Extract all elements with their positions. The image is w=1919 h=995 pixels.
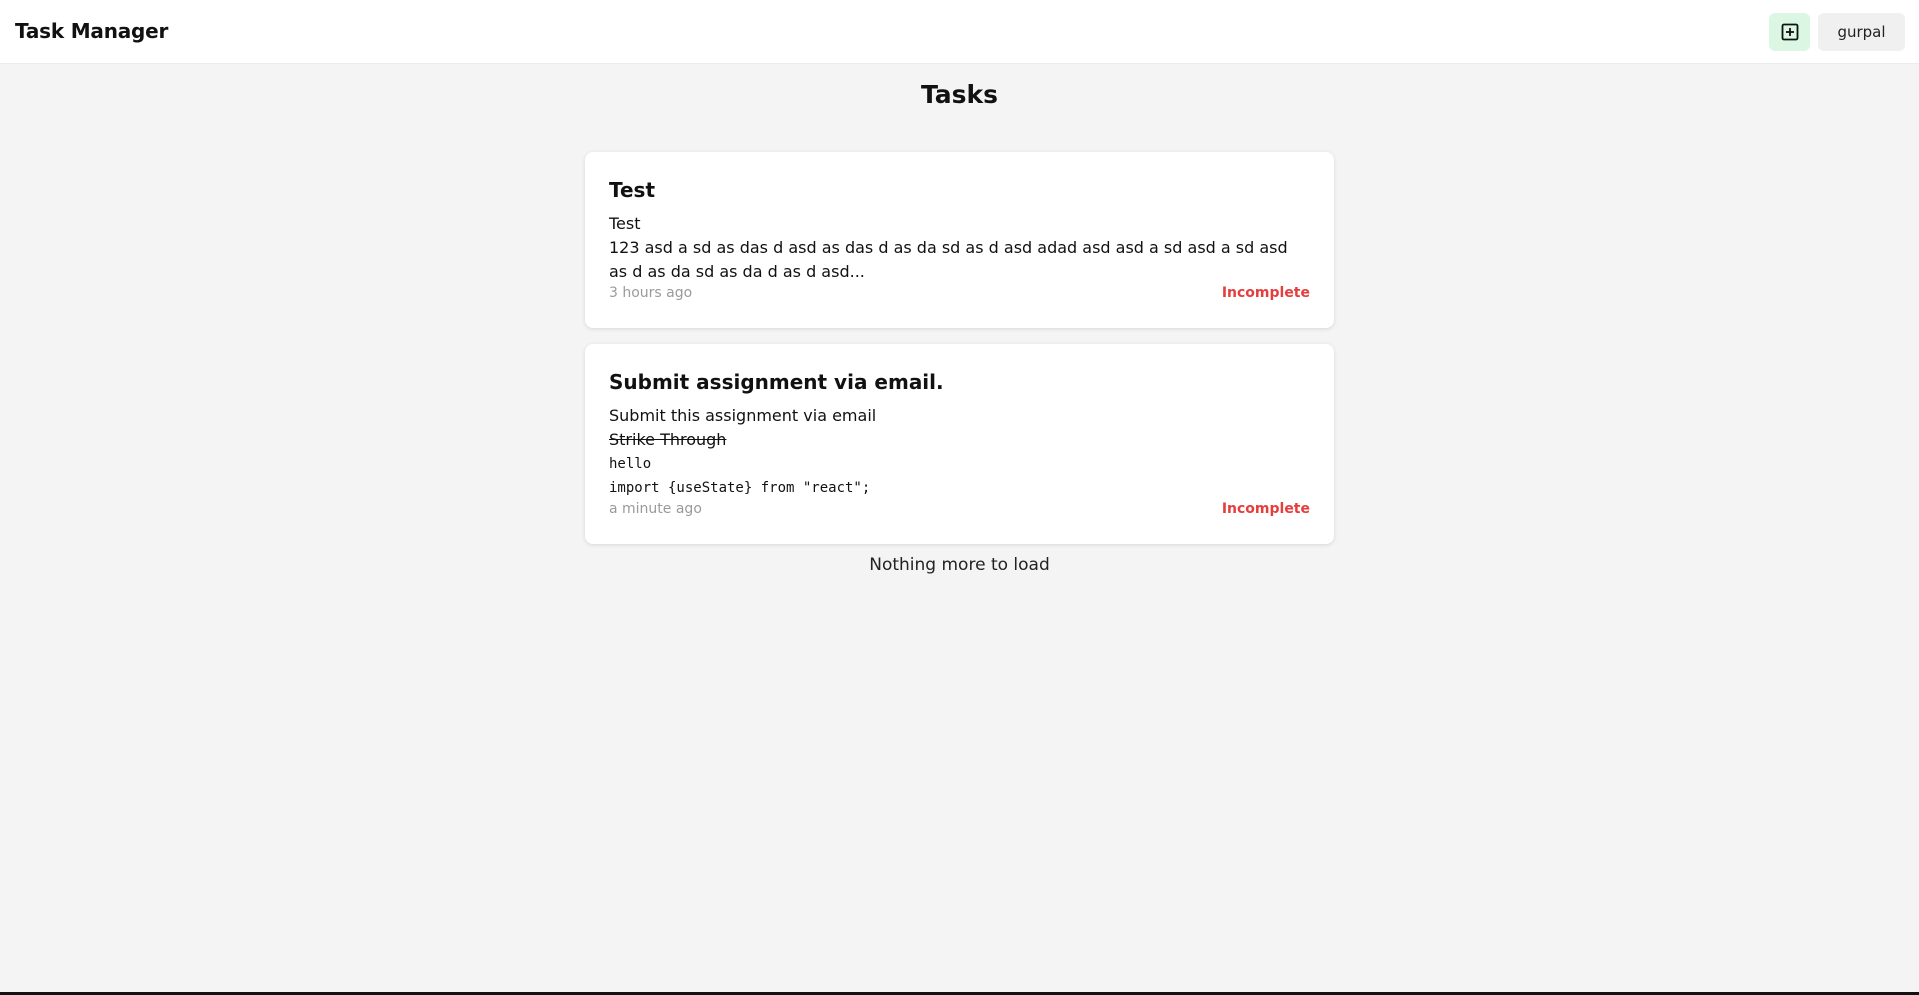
user-menu-button[interactable]: gurpal xyxy=(1818,13,1905,51)
add-task-button[interactable] xyxy=(1769,13,1810,51)
app-brand[interactable]: Task Manager xyxy=(15,19,168,43)
task-status-badge: Incomplete xyxy=(1221,285,1310,301)
top-navbar: Task Manager gurpal xyxy=(0,0,1919,64)
task-card[interactable]: Test Test 123 asd a sd as das d asd as d… xyxy=(585,152,1334,328)
task-description-code: hello xyxy=(609,456,652,472)
task-description-line: Submit this assignment via email xyxy=(609,406,877,425)
task-timestamp: a minute ago xyxy=(609,501,702,517)
task-title: Submit assignment via email. xyxy=(609,370,944,394)
task-description-line: Test xyxy=(609,214,641,233)
task-description-strikethrough: Strike Through xyxy=(609,430,727,449)
task-description-line: 123 asd a sd as das d asd as das d as da… xyxy=(609,238,1288,281)
task-timestamp: 3 hours ago xyxy=(609,285,693,301)
task-status-badge: Incomplete xyxy=(1221,501,1310,517)
task-description-code: import {useState} from "react"; xyxy=(609,480,871,496)
task-description: Test 123 asd a sd as das d asd as das d … xyxy=(609,212,1310,284)
end-of-list-message: Nothing more to load xyxy=(869,555,1050,575)
task-card[interactable]: Submit assignment via email. Submit this… xyxy=(585,344,1334,544)
task-title: Test xyxy=(609,178,656,202)
task-description: Submit this assignment via email Strike … xyxy=(609,404,1310,500)
plus-square-icon xyxy=(1781,23,1798,41)
page-title: Tasks xyxy=(920,80,999,109)
